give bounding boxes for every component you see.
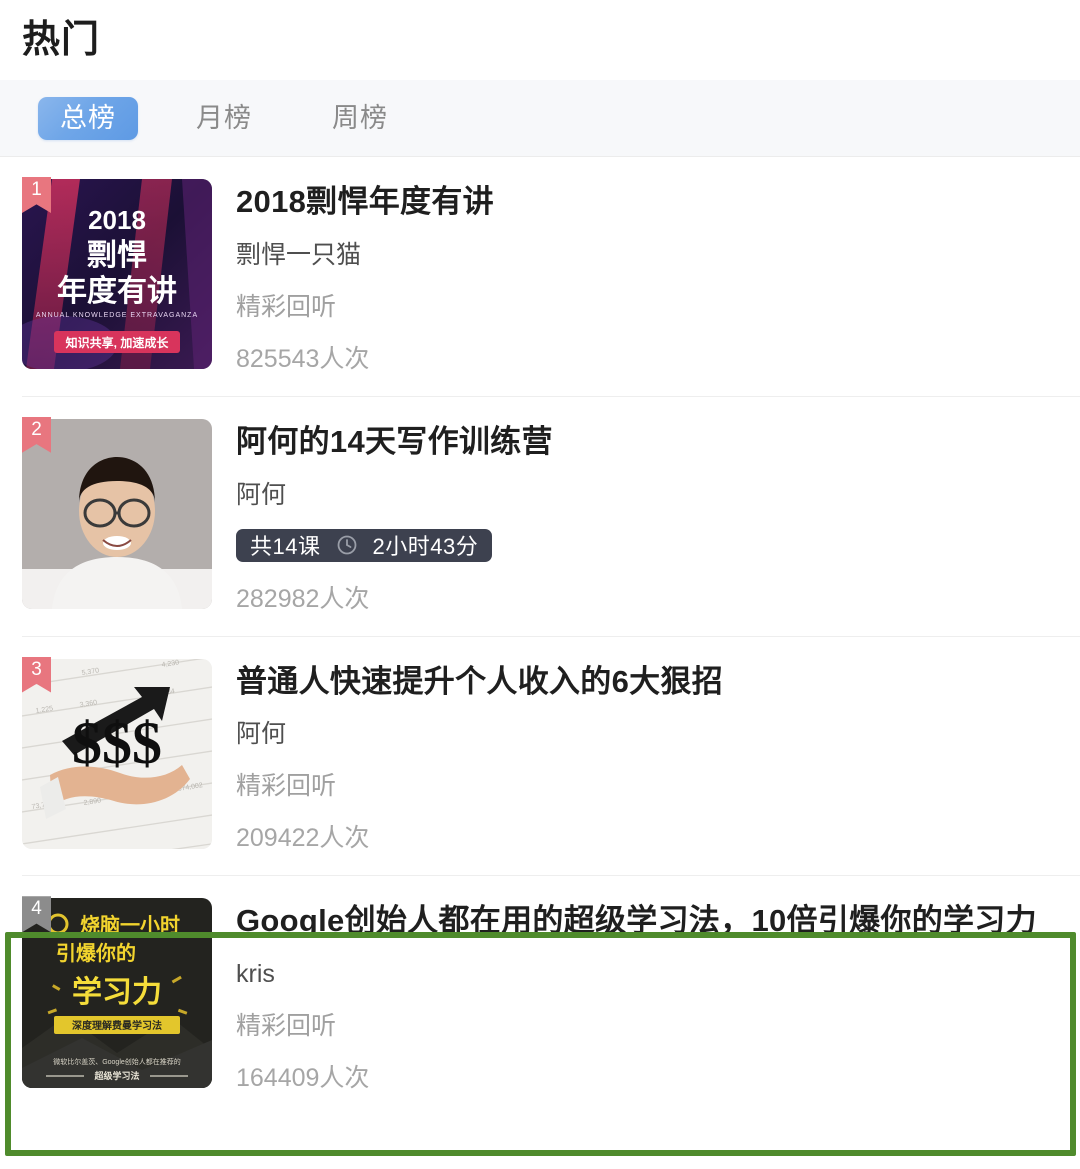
hot-ranking-page: 热门 总榜 月榜 周榜 2018 剽悍 年度有讲 ANNUAL KNOWLEDG… bbox=[0, 0, 1080, 1169]
item-listener-count: 164409人次 bbox=[236, 1064, 370, 1092]
item-author: 阿何 bbox=[236, 720, 287, 749]
svg-text:年度有讲: 年度有讲 bbox=[57, 275, 177, 308]
clock-icon bbox=[336, 534, 358, 556]
item-info: 阿何的14天写作训练营 阿何 共14课 2小时43分 282982人次 bbox=[212, 419, 1080, 614]
svg-text:知识共享, 加速成长: 知识共享, 加速成长 bbox=[65, 335, 170, 350]
item-author: 剽悍一只猫 bbox=[236, 240, 362, 269]
list-item[interactable]: 2 阿何的14天写作训练营 阿何 共14课 2小时43分 282982人次 bbox=[22, 396, 1080, 637]
item-subtitle: 精彩回听 bbox=[236, 292, 337, 321]
lesson-count-label: 共14课 bbox=[250, 534, 321, 559]
list-item[interactable]: 烧脑一小时 引爆你的 学习力 深度理解费曼学习法 微软比尔盖茨、Google创始… bbox=[22, 876, 1080, 1115]
item-title[interactable]: 2018剽悍年度有讲 bbox=[236, 183, 1080, 222]
item-title[interactable]: 普通人快速提升个人收入的6大狠招 bbox=[236, 663, 1080, 702]
item-listener-count: 282982人次 bbox=[236, 584, 370, 613]
svg-text:引爆你的: 引爆你的 bbox=[56, 941, 136, 965]
item-author: kris bbox=[236, 960, 275, 988]
svg-text:超级学习法: 超级学习法 bbox=[93, 1070, 139, 1081]
course-meta-badge: 共14课 2小时43分 bbox=[236, 528, 493, 562]
svg-text:$$$: $$$ bbox=[72, 710, 162, 776]
item-listener-count: 209422人次 bbox=[236, 824, 370, 853]
svg-text:2018: 2018 bbox=[88, 205, 146, 235]
tab-total-ranking[interactable]: 总榜 bbox=[38, 96, 138, 140]
item-thumbnail[interactable]: 87,000 5,370 4,230 1,225 3,360 664,484 7… bbox=[22, 656, 212, 849]
item-thumbnail[interactable]: 烧脑一小时 引爆你的 学习力 深度理解费曼学习法 微软比尔盖茨、Google创始… bbox=[22, 896, 212, 1089]
item-thumbnail[interactable]: 2018 剽悍 年度有讲 ANNUAL KNOWLEDGE EXTRAVAGAN… bbox=[22, 177, 212, 369]
item-info: 普通人快速提升个人收入的6大狠招 阿何 精彩回听 209422人次 bbox=[212, 659, 1080, 854]
item-title[interactable]: 阿何的14天写作训练营 bbox=[236, 423, 1080, 462]
svg-text:微软比尔盖茨、Google创始人都在推荐的: 微软比尔盖茨、Google创始人都在推荐的 bbox=[53, 1057, 181, 1066]
tab-monthly-ranking[interactable]: 月榜 bbox=[174, 97, 274, 140]
item-subtitle: 精彩回听 bbox=[236, 772, 337, 801]
svg-text:ANNUAL KNOWLEDGE EXTRAVAGANZA: ANNUAL KNOWLEDGE EXTRAVAGANZA bbox=[36, 312, 198, 319]
item-info: Google创始人都在用的超级学习法，10倍引爆你的学习力 kris 精彩回听 … bbox=[212, 898, 1080, 1093]
page-header: 热门 bbox=[0, 0, 1080, 80]
list-item[interactable]: 2018 剽悍 年度有讲 ANNUAL KNOWLEDGE EXTRAVAGAN… bbox=[22, 157, 1080, 397]
svg-text:深度理解费曼学习法: 深度理解费曼学习法 bbox=[72, 1019, 162, 1032]
item-subtitle: 精彩回听 bbox=[236, 1012, 337, 1040]
item-title[interactable]: Google创始人都在用的超级学习法，10倍引爆你的学习力 bbox=[236, 902, 1080, 941]
item-thumbnail[interactable]: 2 bbox=[22, 416, 212, 609]
item-author: 阿何 bbox=[236, 480, 287, 509]
svg-text:剽悍: 剽悍 bbox=[87, 239, 147, 272]
tab-weekly-ranking[interactable]: 周榜 bbox=[310, 97, 410, 140]
item-listener-count: 825543人次 bbox=[236, 344, 370, 373]
svg-text:学习力: 学习力 bbox=[72, 975, 162, 1009]
page-title: 热门 bbox=[22, 19, 101, 61]
ranking-tab-bar: 总榜 月榜 周榜 bbox=[0, 80, 1080, 157]
svg-text:烧脑一小时: 烧脑一小时 bbox=[80, 913, 180, 937]
list-item[interactable]: 87,000 5,370 4,230 1,225 3,360 664,484 7… bbox=[22, 636, 1080, 877]
duration-label: 2小时43分 bbox=[372, 534, 479, 559]
item-info: 2018剽悍年度有讲 剽悍一只猫 精彩回听 825543人次 bbox=[212, 179, 1080, 374]
ranking-list: 2018 剽悍 年度有讲 ANNUAL KNOWLEDGE EXTRAVAGAN… bbox=[0, 157, 1080, 1115]
